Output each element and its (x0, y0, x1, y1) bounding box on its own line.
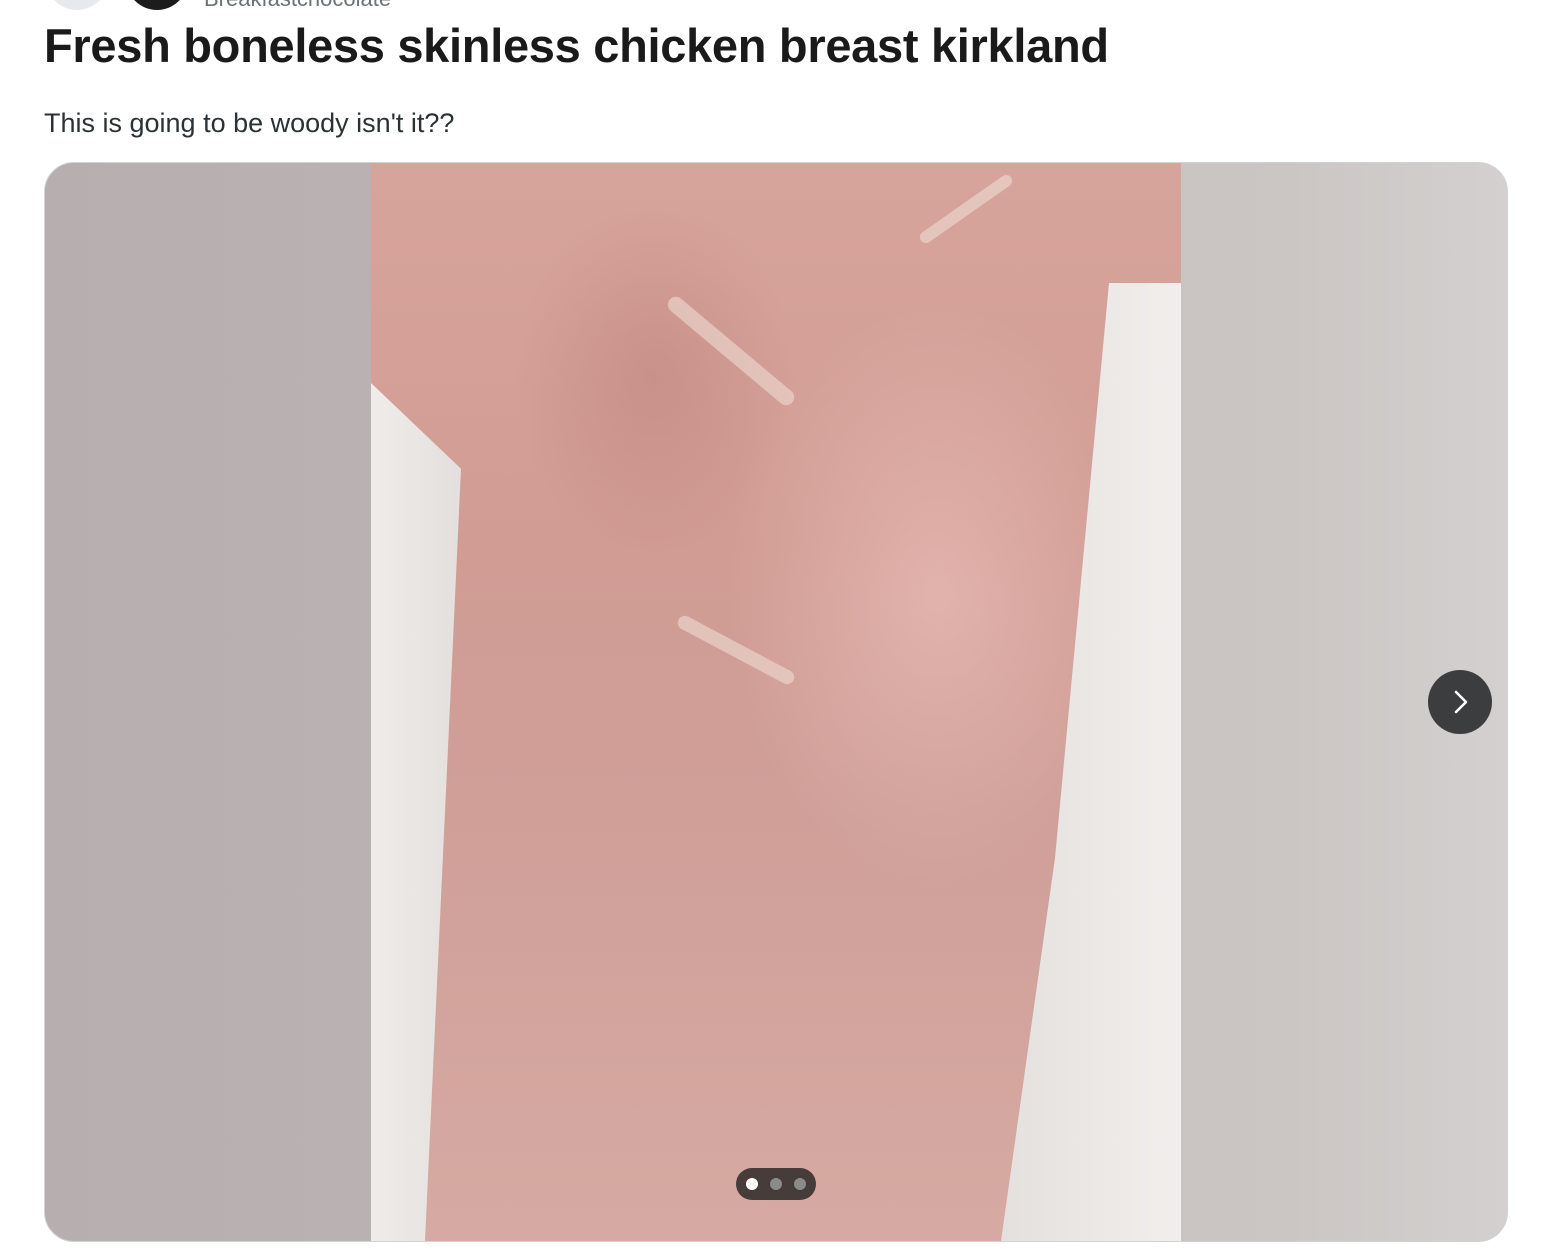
pagination-dot[interactable] (794, 1178, 806, 1190)
paper-towel-right (1001, 283, 1181, 1241)
gallery-pagination (736, 1168, 816, 1200)
tendon-streak (917, 172, 1015, 246)
pagination-dot[interactable] (770, 1178, 782, 1190)
tendon-streak (675, 613, 797, 687)
back-button[interactable] (46, 0, 108, 10)
post-body-text: This is going to be woody isn't it?? (44, 108, 455, 138)
post-title: Fresh boneless skinless chicken breast k… (44, 19, 1109, 72)
post-page: Breakfastchocolate Fresh boneless skinle… (0, 0, 1548, 1254)
chevron-right-icon (1454, 690, 1468, 714)
subreddit-avatar[interactable] (126, 0, 188, 10)
post-header: Breakfastchocolate (0, 0, 1548, 14)
next-image-button[interactable] (1428, 670, 1492, 734)
tendon-streak (664, 293, 798, 409)
paper-towel-left (371, 383, 461, 1241)
gallery-image[interactable] (371, 163, 1181, 1241)
pagination-dot-active[interactable] (746, 1178, 758, 1190)
image-gallery[interactable] (44, 162, 1508, 1242)
username-link[interactable]: Breakfastchocolate (204, 0, 391, 12)
